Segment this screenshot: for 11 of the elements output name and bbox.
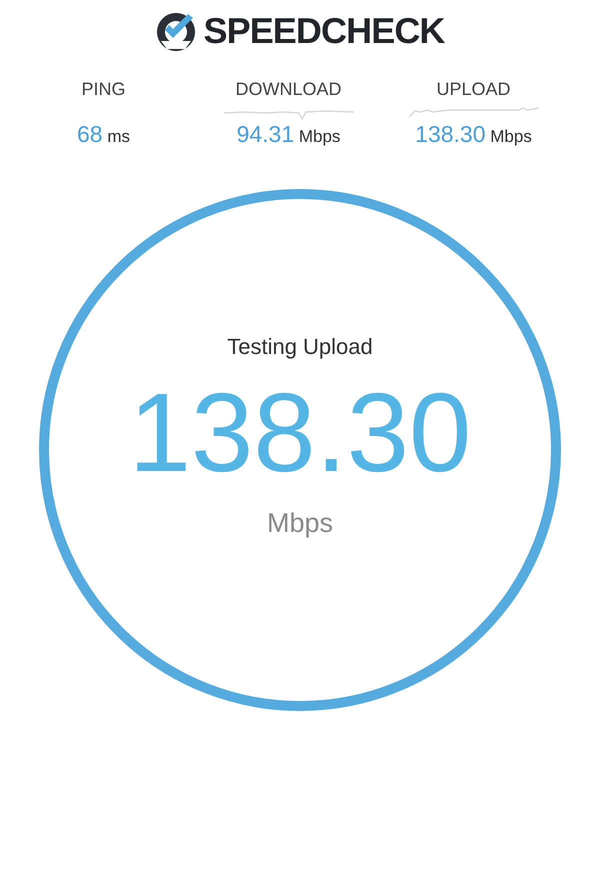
stat-label: UPLOAD bbox=[436, 78, 511, 101]
logo-text: SPEEDCHECK bbox=[203, 13, 445, 49]
stat-value: 94.31 Mbps bbox=[236, 121, 340, 149]
gauge-status: Testing Upload bbox=[227, 333, 373, 362]
logo-check-icon bbox=[155, 11, 198, 51]
gauge-unit: Mbps bbox=[266, 507, 334, 540]
stat-value: 138.30 Mbps bbox=[415, 121, 532, 149]
stat-label: DOWNLOAD bbox=[235, 78, 342, 101]
gauge-value: 138.30 bbox=[128, 377, 472, 490]
stat-value: 68 ms bbox=[77, 121, 130, 149]
stat-label: PING bbox=[81, 78, 126, 101]
